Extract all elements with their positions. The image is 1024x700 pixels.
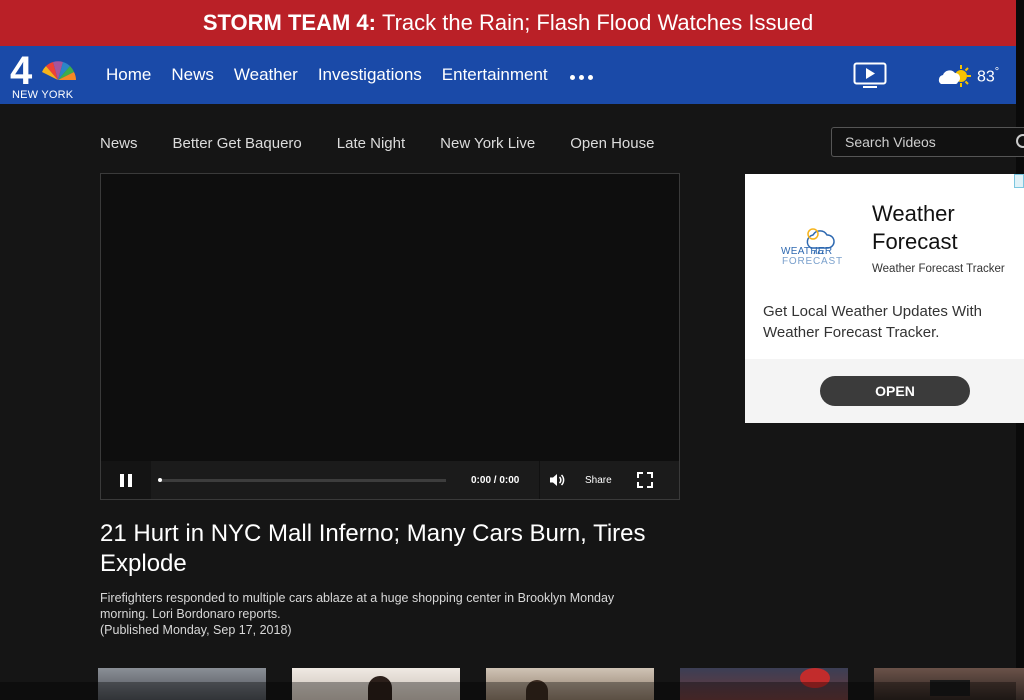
- video-description-block: Firefighters responded to multiple cars …: [100, 590, 660, 638]
- ad-logo-text-line2: FORECAST: [782, 256, 843, 267]
- partly-sunny-icon: [938, 65, 971, 87]
- pause-icon: [120, 473, 124, 487]
- main-nav: 4 NEW YORK Home News Weather Investigati…: [0, 46, 1016, 104]
- breaking-alert-banner[interactable]: STORM TEAM 4: Track the Rain; Flash Floo…: [0, 0, 1016, 46]
- nav-item-home[interactable]: Home: [106, 65, 151, 85]
- nav-links: Home News Weather Investigations Enterta…: [106, 46, 593, 104]
- weather-widget[interactable]: 83°: [937, 62, 999, 90]
- ad-title: Weather Forecast: [872, 201, 958, 254]
- related-video-thumb-4[interactable]: [680, 668, 848, 700]
- subnav-item-new-york-live[interactable]: New York Live: [440, 135, 535, 152]
- nav-item-weather[interactable]: Weather: [234, 65, 298, 85]
- volume-icon: [549, 474, 564, 486]
- video-description: Firefighters responded to multiple cars …: [100, 591, 615, 621]
- nav-item-news[interactable]: News: [171, 65, 214, 85]
- player-controls: 0:00 / 0:00 Share: [101, 461, 679, 499]
- progress-handle[interactable]: [158, 477, 162, 482]
- subnav-item-better-get-baquero[interactable]: Better Get Baquero: [173, 135, 302, 152]
- nav-item-entertainment[interactable]: Entertainment: [442, 65, 548, 85]
- video-title: 21 Hurt in NYC Mall Inferno; Many Cars B…: [100, 520, 646, 577]
- peacock-icon: 4: [10, 49, 76, 93]
- pause-button[interactable]: [101, 461, 151, 499]
- alert-text: Track the Rain; Flash Flood Watches Issu…: [381, 10, 814, 35]
- search-videos-box: [831, 127, 1024, 157]
- ad-header: WEATHER FORECAST Weather Forecast Weathe…: [745, 174, 1024, 359]
- subnav-item-late-night[interactable]: Late Night: [337, 135, 405, 152]
- related-video-thumb-5[interactable]: [874, 668, 1024, 700]
- ad-subtitle: Weather Forecast Tracker: [872, 263, 1005, 275]
- video-player[interactable]: 0:00 / 0:00 Share: [100, 173, 680, 500]
- ad-body-text: Get Local Weather Updates With Weather F…: [763, 303, 982, 341]
- adchoices-icon[interactable]: [1014, 174, 1024, 188]
- alert-label: STORM TEAM 4:: [202, 10, 376, 35]
- ad-open-button[interactable]: OPEN: [820, 376, 970, 406]
- tv-play-icon[interactable]: [853, 62, 887, 90]
- video-subnav: News Better Get Baquero Late Night New Y…: [100, 130, 689, 156]
- playback-time: 0:00 / 0:00: [471, 474, 520, 486]
- volume-button[interactable]: [539, 461, 573, 499]
- search-icon[interactable]: [1016, 134, 1024, 148]
- search-input[interactable]: [832, 128, 1002, 156]
- progress-bar[interactable]: [158, 477, 446, 482]
- weather-forecast-ad[interactable]: WEATHER FORECAST Weather Forecast Weathe…: [745, 174, 1024, 423]
- fullscreen-icon[interactable]: [635, 470, 655, 490]
- related-video-thumb-3[interactable]: [486, 668, 654, 700]
- share-button[interactable]: Share: [585, 475, 612, 486]
- related-videos-row: [98, 668, 1024, 700]
- weather-temperature: 83°: [977, 65, 1000, 86]
- nbc4-logo[interactable]: 4 NEW YORK: [10, 49, 80, 101]
- subnav-item-news[interactable]: News: [100, 135, 138, 152]
- nav-item-investigations[interactable]: Investigations: [318, 65, 422, 85]
- more-menu-icon[interactable]: [569, 74, 593, 80]
- subnav-item-open-house[interactable]: Open House: [570, 135, 654, 152]
- related-video-thumb-1[interactable]: [98, 668, 266, 700]
- video-published-date: (Published Monday, Sep 17, 2018): [100, 623, 292, 637]
- related-video-thumb-2[interactable]: [292, 668, 460, 700]
- logo-city-text: NEW YORK: [12, 89, 74, 101]
- svg-text:4: 4: [10, 54, 33, 90]
